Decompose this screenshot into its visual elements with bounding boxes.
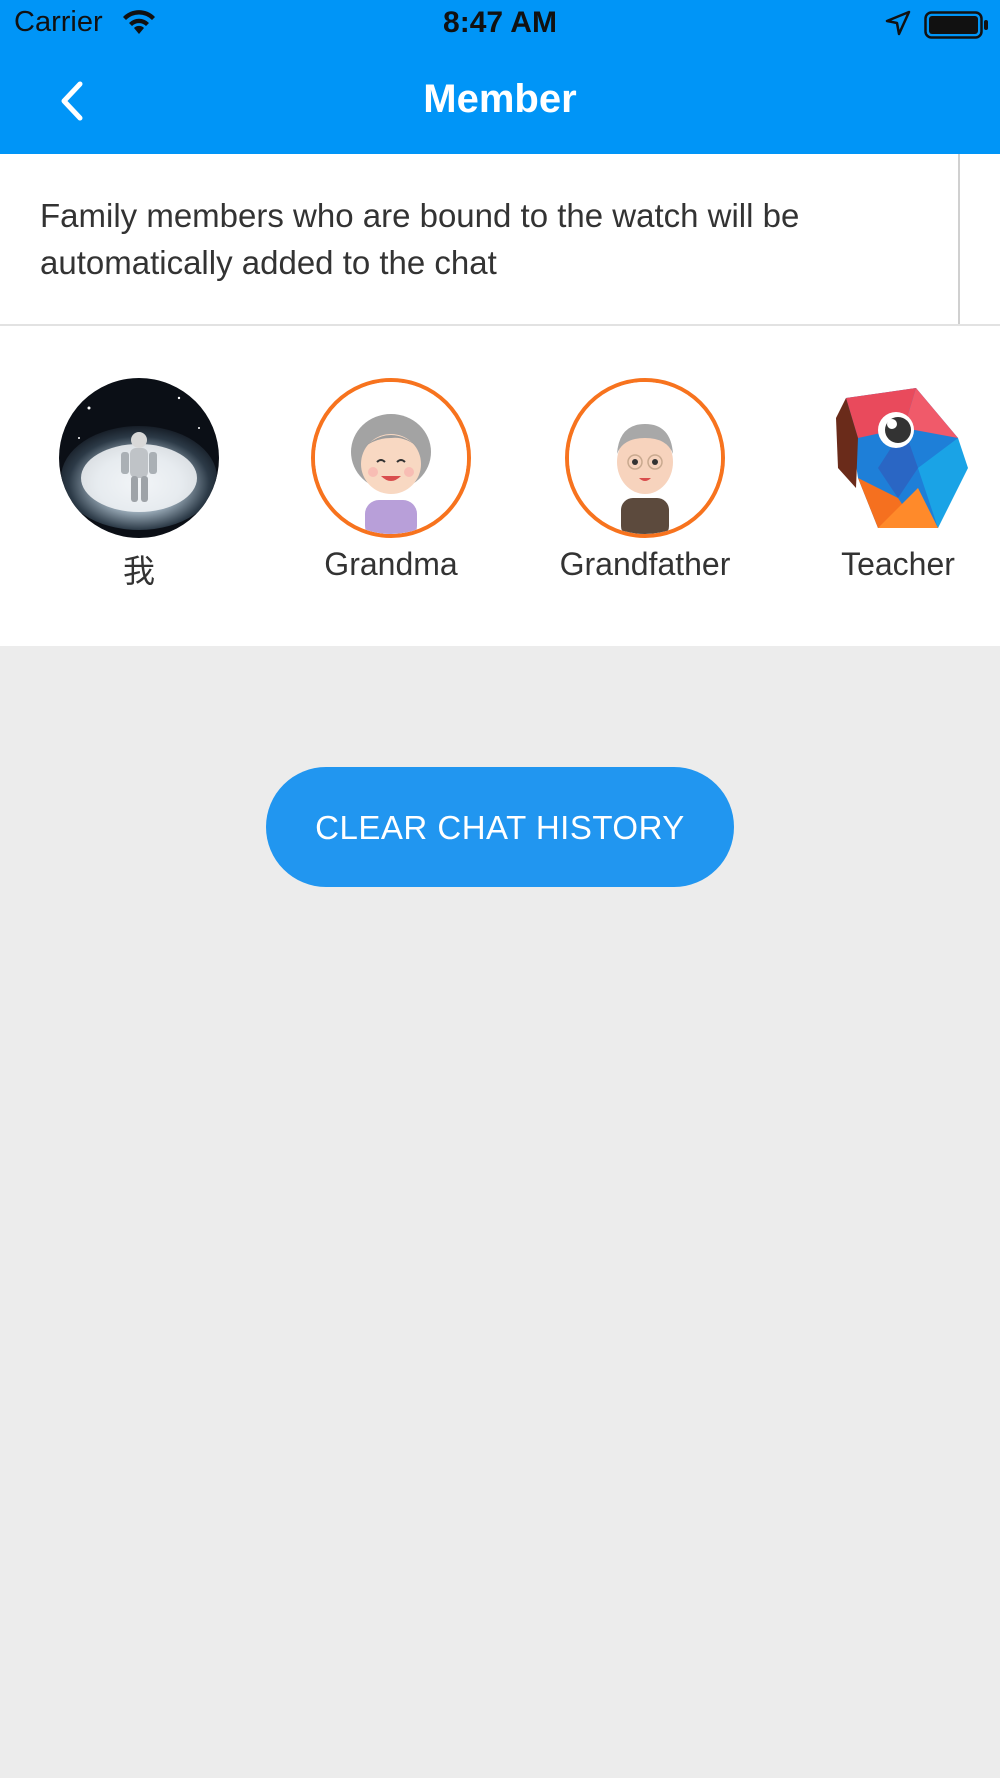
- member-me[interactable]: 我: [29, 378, 249, 592]
- member-grandma[interactable]: Grandma: [281, 378, 501, 583]
- members-list: 我 Grandma Grandfather Teacher: [0, 326, 1000, 646]
- clear-chat-history-button[interactable]: CLEAR CHAT HISTORY: [266, 767, 734, 887]
- member-name: Grandfather: [559, 546, 731, 582]
- parrot-avatar: [818, 378, 978, 538]
- battery-icon: [924, 11, 988, 39]
- status-bar: Carrier 8:47 AM: [0, 0, 1000, 50]
- location-arrow-icon: [885, 10, 911, 36]
- nav-bar: Member: [0, 50, 1000, 154]
- clock-time: 8:47 AM: [443, 6, 557, 39]
- grandma-avatar: [311, 378, 471, 538]
- info-text: Family members who are bound to the watc…: [40, 197, 800, 281]
- page-title: Member: [423, 77, 577, 121]
- member-name: 我: [122, 553, 155, 589]
- astronaut-avatar: [59, 378, 219, 538]
- info-card: Family members who are bound to the watc…: [0, 154, 1000, 326]
- member-teacher[interactable]: Teacher: [788, 378, 1000, 583]
- member-name: Grandma: [324, 546, 458, 582]
- grandfather-avatar: [565, 378, 725, 538]
- member-grandfather[interactable]: Grandfather: [535, 378, 755, 583]
- member-name: Teacher: [841, 546, 955, 582]
- divider: [958, 154, 960, 324]
- header: Carrier 8:47 AM Member: [0, 0, 1000, 154]
